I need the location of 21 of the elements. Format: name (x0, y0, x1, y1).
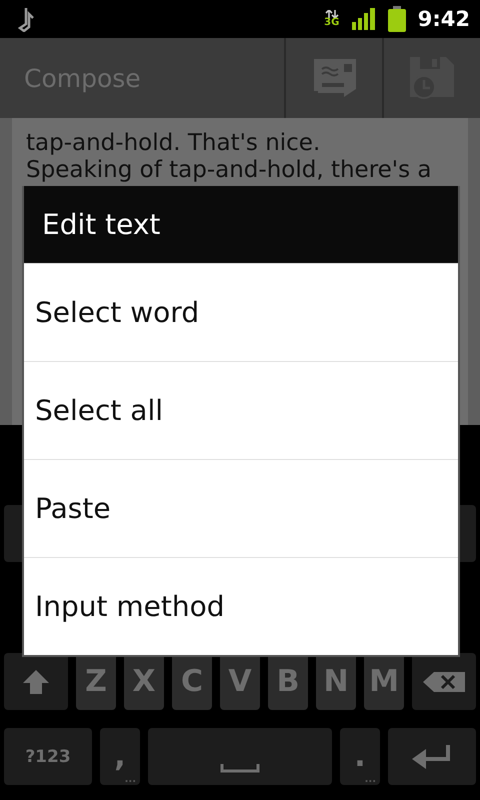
message-text-line: Speaking of tap-and-hold, there's a (26, 157, 432, 184)
clock-time: 9:42 (418, 7, 470, 31)
keyboard-key[interactable]: . ... (340, 728, 380, 785)
space-icon (220, 764, 260, 774)
message-text-line: tap-and-hold. That's nice. (26, 130, 320, 157)
battery-icon (388, 6, 406, 32)
backspace-key[interactable] (412, 653, 476, 710)
dialog-title: Edit text (42, 208, 160, 241)
network-indicator: 3G (324, 10, 340, 28)
menu-item[interactable]: Select all (24, 361, 458, 459)
up-arrow-icon (21, 668, 51, 696)
menu-item[interactable]: Input method (24, 557, 458, 655)
signal-icon (352, 8, 376, 30)
keyboard-key[interactable]: , ... (100, 728, 140, 785)
backspace-icon (422, 670, 466, 692)
shift-key[interactable] (4, 653, 68, 710)
menu-item[interactable]: Paste (24, 459, 458, 557)
enter-key[interactable] (388, 728, 476, 785)
music-note-icon (16, 6, 36, 32)
menu-item[interactable]: Select word (24, 263, 458, 361)
symbols-key[interactable]: ?123 (4, 728, 92, 785)
